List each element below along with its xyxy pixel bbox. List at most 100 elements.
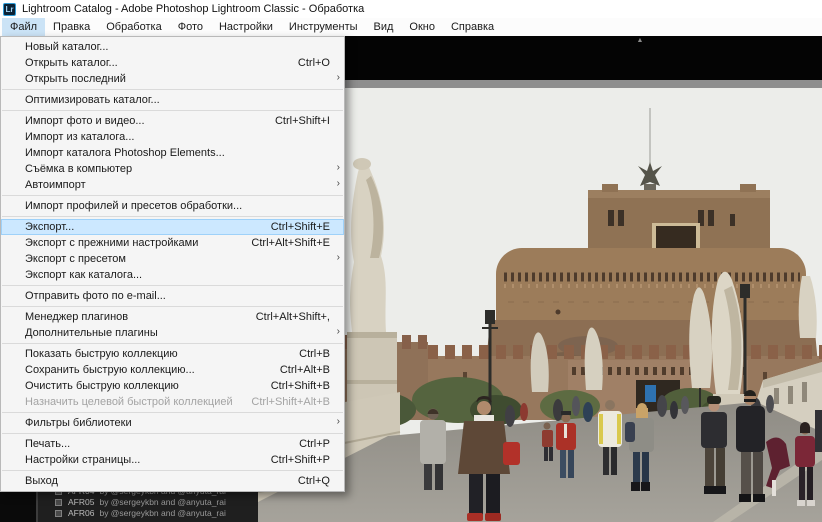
menubar-item-6[interactable]: Инструменты	[281, 18, 366, 36]
window-title: Lightroom Catalog - Adobe Photoshop Ligh…	[22, 3, 364, 15]
menu-item-shortcut: Ctrl+P	[299, 438, 330, 450]
submenu-arrow-icon: ›	[337, 326, 340, 337]
submenu-arrow-icon: ›	[337, 416, 340, 427]
menu-item-label: Экспорт...	[25, 221, 253, 233]
menu-item-label: Очистить быструю коллекцию	[25, 380, 253, 392]
menu-separator	[2, 285, 343, 286]
menu-item-shortcut: Ctrl+Shift+I	[275, 115, 330, 127]
menubar-item-3[interactable]: Обработка	[98, 18, 169, 36]
menu-item-28: Назначить целевой быстрой коллекцией Ctrl…	[1, 394, 344, 410]
menu-item-label: Экспорт с прежними настройками	[25, 237, 233, 249]
lightroom-app-icon: Lr	[3, 3, 16, 16]
menu-item-label: Съёмка в компьютер	[25, 163, 330, 175]
menu-item-label: Экспорт как каталога...	[25, 269, 330, 281]
titlebar: Lr Lightroom Catalog - Adobe Photoshop L…	[0, 0, 822, 18]
collection-title: AFR06	[68, 508, 94, 518]
menu-item-10[interactable]: Съёмка в компьютер ›	[1, 161, 344, 177]
menu-item-1[interactable]: Новый каталог...	[1, 39, 344, 55]
lightroom-window: Lr Lightroom Catalog - Adobe Photoshop L…	[0, 0, 822, 522]
menubar-item-4[interactable]: Фото	[170, 18, 211, 36]
menu-item-label: Импорт из каталога...	[25, 131, 330, 143]
menu-item-35[interactable]: Выход Ctrl+Q	[1, 473, 344, 489]
collection-item-AFR06[interactable]: AFR06 by @sergeykbn and @anyuta_rai	[55, 508, 226, 518]
panel-collapse-arrow-icon[interactable]: ▲	[633, 37, 647, 44]
menu-item-9[interactable]: Импорт каталога Photoshop Elements...	[1, 145, 344, 161]
menu-item-shortcut: Ctrl+Alt+B	[280, 364, 330, 376]
submenu-arrow-icon: ›	[337, 162, 340, 173]
menu-item-25[interactable]: Показать быструю коллекцию Ctrl+B	[1, 346, 344, 362]
menu-item-label: Оптимизировать каталог...	[25, 94, 330, 106]
menu-separator	[2, 412, 343, 413]
menubar-item-5[interactable]: Настройки	[211, 18, 281, 36]
menu-separator	[2, 343, 343, 344]
menu-item-label: Выход	[25, 475, 280, 487]
menu-item-23[interactable]: Дополнительные плагины ›	[1, 325, 344, 341]
menu-item-32[interactable]: Печать... Ctrl+P	[1, 436, 344, 452]
menu-item-label: Отправить фото по e-mail...	[25, 290, 330, 302]
menu-item-label: Импорт фото и видео...	[25, 115, 257, 127]
menu-item-shortcut: Ctrl+Q	[298, 475, 330, 487]
menu-separator	[2, 306, 343, 307]
menu-separator	[2, 216, 343, 217]
collection-icon	[55, 510, 62, 517]
menu-item-label: Настройки страницы...	[25, 454, 253, 466]
menubar-item-8[interactable]: Окно	[401, 18, 443, 36]
menubar-item-1[interactable]: Файл	[2, 18, 45, 36]
menu-item-shortcut: Ctrl+Shift+B	[271, 380, 330, 392]
menu-item-label: Печать...	[25, 438, 281, 450]
menubar-item-2[interactable]: Правка	[45, 18, 98, 36]
menu-item-label: Назначить целевой быстрой коллекцией	[25, 396, 233, 408]
menu-item-label: Экспорт с пресетом	[25, 253, 330, 265]
menu-item-shortcut: Ctrl+B	[299, 348, 330, 360]
menu-item-33[interactable]: Настройки страницы... Ctrl+Shift+P	[1, 452, 344, 468]
menu-item-label: Импорт профилей и пресетов обработки...	[25, 200, 330, 212]
menu-item-shortcut: Ctrl+Alt+Shift+E	[251, 237, 330, 249]
menu-item-label: Открыть каталог...	[25, 57, 280, 69]
menu-item-20[interactable]: Отправить фото по e-mail...	[1, 288, 344, 304]
menu-item-16[interactable]: Экспорт с прежними настройками Ctrl+Alt+S…	[1, 235, 344, 251]
menu-item-17[interactable]: Экспорт с пресетом ›	[1, 251, 344, 267]
collection-item-AFR05[interactable]: AFR05 by @sergeykbn and @anyuta_rai	[55, 497, 226, 507]
menubar: ФайлПравкаОбработкаФотоНастройкиИнструме…	[0, 18, 822, 36]
submenu-arrow-icon: ›	[337, 252, 340, 263]
menubar-item-9[interactable]: Справка	[443, 18, 502, 36]
menu-item-30[interactable]: Фильтры библиотеки ›	[1, 415, 344, 431]
menu-separator	[2, 89, 343, 90]
menu-item-15[interactable]: Экспорт...Ctrl+Shift+E	[1, 219, 344, 235]
menu-item-3[interactable]: Открыть последний ›	[1, 71, 344, 87]
menu-item-5[interactable]: Оптимизировать каталог...	[1, 92, 344, 108]
menu-separator	[2, 470, 343, 471]
menu-item-shortcut: Ctrl+Shift+Alt+B	[251, 396, 330, 408]
menu-item-shortcut: Ctrl+Shift+P	[271, 454, 330, 466]
menu-item-18[interactable]: Экспорт как каталога...	[1, 267, 344, 283]
menu-item-2[interactable]: Открыть каталог... Ctrl+O	[1, 55, 344, 71]
menu-item-label: Фильтры библиотеки	[25, 417, 330, 429]
menu-item-26[interactable]: Сохранить быструю коллекцию... Ctrl+Alt+B	[1, 362, 344, 378]
menu-item-8[interactable]: Импорт из каталога...	[1, 129, 344, 145]
menu-separator	[2, 110, 343, 111]
menu-item-label: Сохранить быструю коллекцию...	[25, 364, 262, 376]
collection-byline: by @sergeykbn and @anyuta_rai	[99, 497, 225, 507]
menu-item-label: Менеджер плагинов	[25, 311, 238, 323]
menu-item-label: Импорт каталога Photoshop Elements...	[25, 147, 330, 159]
menu-item-13[interactable]: Импорт профилей и пресетов обработки...	[1, 198, 344, 214]
submenu-arrow-icon: ›	[337, 72, 340, 83]
collection-title: AFR05	[68, 497, 94, 507]
collection-byline: by @sergeykbn and @anyuta_rai	[99, 508, 225, 518]
collection-icon	[55, 499, 62, 506]
menu-item-label: Открыть последний	[25, 73, 330, 85]
menu-item-11[interactable]: Автоимпорт›	[1, 177, 344, 193]
menubar-item-7[interactable]: Вид	[366, 18, 402, 36]
menu-item-label: Дополнительные плагины	[25, 327, 330, 339]
menu-item-22[interactable]: Менеджер плагинов Ctrl+Alt+Shift+,	[1, 309, 344, 325]
menu-item-27[interactable]: Очистить быструю коллекцию Ctrl+Shift+B	[1, 378, 344, 394]
menu-item-7[interactable]: Импорт фото и видео... Ctrl+Shift+I	[1, 113, 344, 129]
menu-item-shortcut: Ctrl+O	[298, 57, 330, 69]
menu-item-shortcut: Ctrl+Alt+Shift+,	[256, 311, 330, 323]
menu-item-label: Показать быструю коллекцию	[25, 348, 281, 360]
menu-separator	[2, 433, 343, 434]
menu-item-label: Автоимпорт	[25, 179, 330, 191]
menu-separator	[2, 195, 343, 196]
person-edge	[815, 410, 822, 452]
menu-item-label: Новый каталог...	[25, 41, 330, 53]
